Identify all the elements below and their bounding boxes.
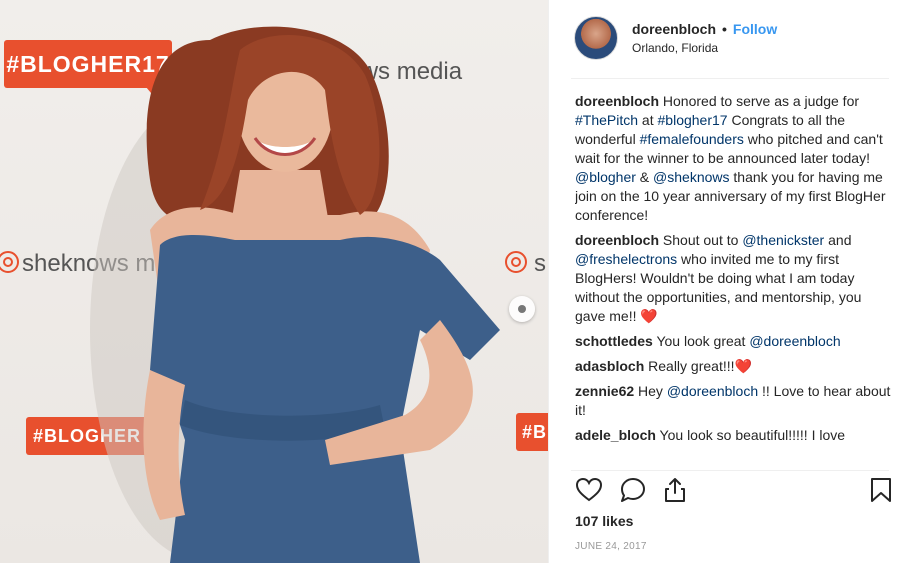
hashtag-link[interactable]: #ThePitch: [575, 112, 638, 128]
comment-username[interactable]: adele_bloch: [575, 427, 656, 443]
comment-text: Hey: [634, 383, 667, 399]
post-username[interactable]: doreenbloch: [632, 21, 716, 37]
comment-text: Really great!!!❤️: [644, 358, 752, 374]
comment-item: doreenbloch Shout out to @thenickster an…: [575, 231, 895, 326]
action-bar: [575, 476, 895, 506]
comment-text: You look great: [652, 333, 750, 349]
comment-username[interactable]: doreenbloch: [575, 232, 659, 248]
user-row: doreenbloch • Follow: [632, 21, 777, 37]
mention-link[interactable]: @thenickster: [742, 232, 824, 248]
share-icon[interactable]: [661, 476, 689, 504]
comment-item: doreenbloch Honored to serve as a judge …: [575, 92, 895, 225]
comment-text: &: [635, 169, 654, 185]
mention-link[interactable]: @sheknows: [653, 169, 729, 185]
comment-bubble-icon[interactable]: [619, 476, 647, 504]
post-side-panel: doreenbloch • Follow Orlando, Florida do…: [548, 0, 903, 563]
next-arrow-icon: [518, 305, 526, 313]
mention-link[interactable]: @blogher: [575, 169, 636, 185]
hashtag-link[interactable]: #femalefounders: [640, 131, 744, 147]
post-photo[interactable]: #BLOGHER17 #BLOGHER #B nows media shekno…: [0, 0, 548, 563]
divider: [571, 78, 889, 79]
mention-link[interactable]: @doreenbloch: [749, 333, 840, 349]
comment-text: Honored to serve as a judge for: [659, 93, 860, 109]
post-header-text: doreenbloch • Follow Orlando, Florida: [632, 21, 777, 55]
comment-username[interactable]: zennie62: [575, 383, 634, 399]
bookmark-icon[interactable]: [867, 476, 895, 504]
comment-text: Shout out to: [659, 232, 743, 248]
likes-count[interactable]: 107 likes: [575, 513, 633, 529]
divider: [571, 470, 889, 471]
comment-item: zennie62 Hey @doreenbloch !! Love to hea…: [575, 382, 895, 420]
comment-username[interactable]: schottledes: [575, 333, 653, 349]
avatar[interactable]: [574, 16, 618, 60]
comment-item: adele_bloch You look so beautiful!!!!! I…: [575, 426, 895, 445]
comment-item: adasbloch Really great!!!❤️: [575, 357, 895, 376]
follow-button[interactable]: Follow: [733, 21, 777, 37]
comment-username[interactable]: doreenbloch: [575, 93, 659, 109]
mention-link[interactable]: @freshelectrons: [575, 251, 677, 267]
comment-text: at: [638, 112, 658, 128]
post-header: doreenbloch • Follow Orlando, Florida: [574, 16, 777, 60]
comment-text: You look so beautiful!!!!! I love: [655, 427, 846, 443]
comment-username[interactable]: adasbloch: [575, 358, 644, 374]
heart-icon[interactable]: [575, 476, 603, 504]
comment-text: and: [824, 232, 852, 248]
comment-item: schottledes You look great @doreenbloch: [575, 332, 895, 351]
separator-dot: •: [722, 21, 727, 37]
comments-list[interactable]: doreenbloch Honored to serve as a judge …: [575, 92, 895, 470]
person-figure: [90, 26, 500, 563]
post-date: JUNE 24, 2017: [575, 541, 647, 552]
post-location[interactable]: Orlando, Florida: [632, 41, 777, 55]
mention-link[interactable]: @doreenbloch: [667, 383, 758, 399]
carousel-next-button[interactable]: [509, 296, 535, 322]
hashtag-link[interactable]: #blogher17: [658, 112, 728, 128]
